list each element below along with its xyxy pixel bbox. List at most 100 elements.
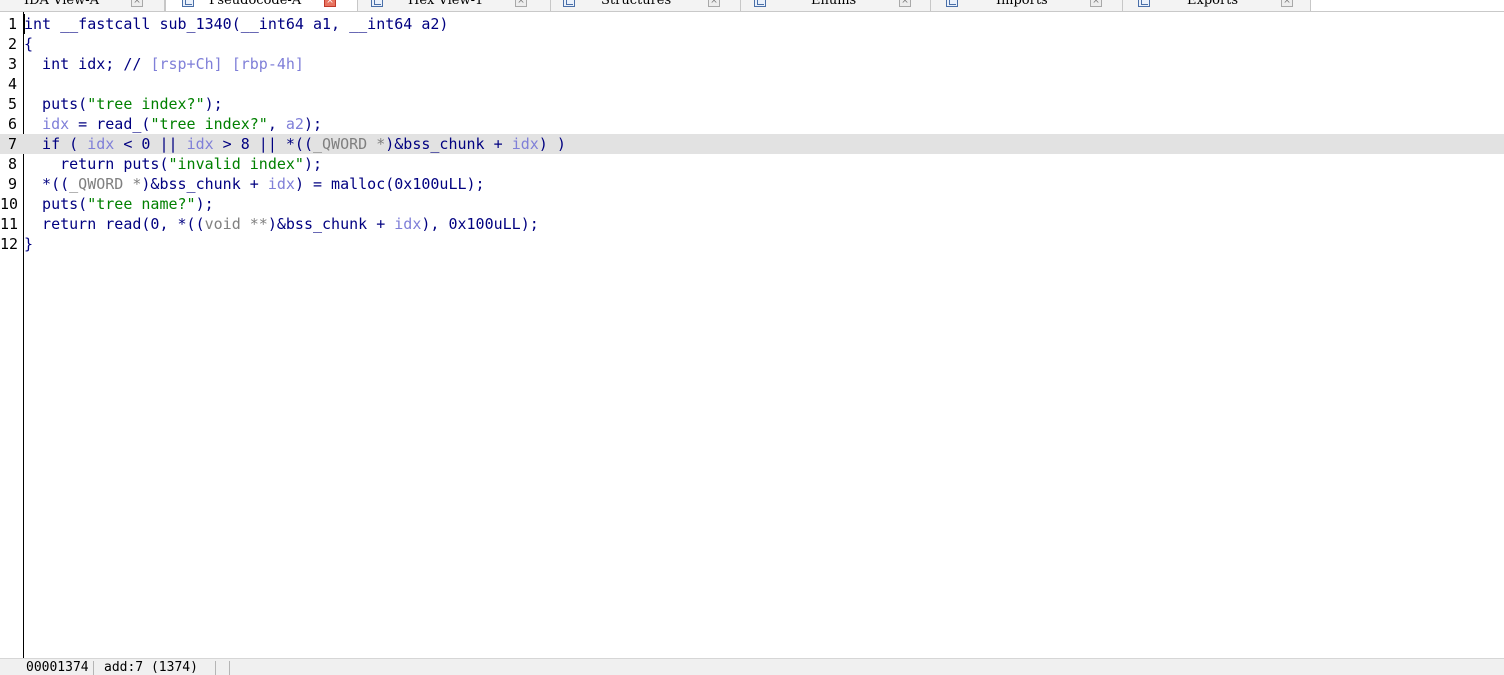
status-location: add:7 (1374): [104, 661, 216, 675]
code-token: int __fastcall sub_1340(__int64 a1, __in…: [24, 15, 449, 33]
code-token: _QWORD *: [313, 135, 386, 153]
tab-ida-view-a[interactable]: IDA View-A ×: [0, 0, 165, 11]
code-line[interactable]: 6 idx = read_("tree index?", a2);: [0, 114, 1504, 134]
status-bar: 00001374 add:7 (1374): [0, 658, 1504, 675]
code-token: = read_(: [69, 115, 151, 133]
code-line[interactable]: 10 puts("tree name?");: [0, 194, 1504, 214]
code-token: idx: [511, 135, 539, 153]
close-icon[interactable]: ×: [324, 0, 336, 7]
imports-icon: [946, 0, 958, 7]
code-token: void **: [204, 215, 268, 233]
code-token: > 8 || *((: [213, 135, 313, 153]
code-text: if ( idx < 0 || idx > 8 || *((_QWORD *)&…: [24, 134, 566, 154]
code-token: puts(: [24, 195, 88, 213]
code-token: int idx; //: [24, 55, 151, 73]
tab-pseudocode-a[interactable]: Pseudocode-A ×: [165, 0, 358, 11]
tab-label: Imports: [996, 0, 1048, 8]
code-token: );: [303, 155, 323, 173]
tab-exports[interactable]: Exports ×: [1123, 0, 1311, 11]
close-icon[interactable]: ×: [1090, 0, 1102, 7]
code-token: a2: [285, 115, 304, 133]
hex-view-icon: [371, 0, 383, 7]
status-divider: [229, 661, 230, 675]
code-token: puts(: [24, 95, 88, 113]
code-token: return puts(: [24, 155, 169, 173]
code-line[interactable]: 8 return puts("invalid index");: [0, 154, 1504, 174]
code-token: ) ): [538, 135, 566, 153]
code-text: int __fastcall sub_1340(__int64 a1, __in…: [24, 14, 448, 34]
line-number: 9: [7, 175, 17, 193]
code-text: puts("tree name?");: [24, 194, 214, 214]
tab-imports[interactable]: Imports ×: [931, 0, 1123, 11]
code-token: ,: [267, 115, 286, 133]
code-line[interactable]: 7 if ( idx < 0 || idx > 8 || *((_QWORD *…: [0, 134, 1504, 154]
code-line[interactable]: 3 int idx; // [rsp+Ch] [rbp-4h]: [0, 54, 1504, 74]
exports-icon: [1138, 0, 1150, 7]
code-text: int idx; // [rsp+Ch] [rbp-4h]: [24, 54, 304, 74]
code-token: ), 0x100uLL);: [421, 215, 539, 233]
code-text: {: [24, 34, 33, 54]
line-number: 12: [0, 235, 19, 253]
close-icon[interactable]: ×: [131, 0, 143, 7]
code-line[interactable]: 5 puts("tree index?");: [0, 94, 1504, 114]
code-token: idx: [87, 135, 115, 153]
code-token: idx: [186, 135, 214, 153]
tab-label: Hex View-1: [408, 0, 484, 8]
code-token: [rsp+Ch] [rbp-4h]: [150, 55, 304, 73]
code-text: idx = read_("tree index?", a2);: [24, 114, 322, 134]
line-number: 2: [7, 35, 17, 53]
code-line[interactable]: 12}: [0, 234, 1504, 254]
enums-icon: [754, 0, 766, 7]
code-token: )&bss_chunk +: [267, 215, 395, 233]
tab-label: Enums: [811, 0, 857, 8]
code-token: "tree index?": [150, 115, 268, 133]
line-number: 5: [7, 95, 17, 113]
line-number: 10: [0, 195, 19, 213]
code-token: idx: [394, 215, 422, 233]
line-number: 8: [7, 155, 17, 173]
code-text: return read(0, *((void **)&bss_chunk + i…: [24, 214, 539, 234]
code-text: }: [24, 234, 33, 254]
code-line[interactable]: 2{: [0, 34, 1504, 54]
status-address: 00001374: [26, 661, 94, 675]
code-token: *((: [24, 175, 70, 193]
close-icon[interactable]: ×: [515, 0, 527, 7]
code-token: ) = malloc(0x100uLL);: [294, 175, 485, 193]
code-token: idx: [42, 115, 70, 133]
code-line[interactable]: 9 *((_QWORD *)&bss_chunk + idx) = malloc…: [0, 174, 1504, 194]
tab-label: IDA View-A: [24, 0, 99, 8]
tab-bar: IDA View-A × Pseudocode-A × Hex View-1 ×…: [0, 0, 1504, 12]
line-number: 7: [7, 135, 17, 153]
code-token: if (: [24, 135, 88, 153]
code-line[interactable]: 1 int __fastcall sub_1340(__int64 a1, __i…: [0, 14, 1504, 34]
close-icon[interactable]: ×: [899, 0, 911, 7]
code-text: puts("tree index?");: [24, 94, 223, 114]
tab-enums[interactable]: Enums ×: [741, 0, 931, 11]
code-token: "invalid index": [168, 155, 304, 173]
tab-hex-view-1[interactable]: Hex View-1 ×: [358, 0, 551, 11]
close-icon[interactable]: ×: [708, 0, 720, 7]
code-token: )&bss_chunk +: [141, 175, 268, 193]
code-token: );: [204, 95, 223, 113]
tab-label: Exports: [1187, 0, 1239, 8]
code-token: _QWORD *: [69, 175, 142, 193]
code-token: idx: [267, 175, 295, 193]
code-text: return puts("invalid index");: [24, 154, 322, 174]
close-icon[interactable]: ×: [1281, 0, 1293, 7]
text-caret: [24, 14, 25, 34]
code-token: "tree index?": [87, 95, 205, 113]
code-token: {: [24, 35, 34, 53]
tab-structures[interactable]: Structures ×: [551, 0, 741, 11]
code-token: < 0 ||: [114, 135, 187, 153]
code-line[interactable]: 11 return read(0, *((void **)&bss_chunk …: [0, 214, 1504, 234]
line-number: 6: [7, 115, 17, 133]
pseudocode-icon: [182, 0, 194, 7]
pseudocode-editor[interactable]: 1 int __fastcall sub_1340(__int64 a1, __i…: [0, 14, 1504, 654]
line-number: 11: [0, 215, 19, 233]
code-token: "tree name?": [87, 195, 196, 213]
code-line[interactable]: 4: [0, 74, 1504, 94]
code-token: return read(0, *((: [24, 215, 205, 233]
code-token: }: [24, 235, 34, 253]
code-token: )&bss_chunk +: [385, 135, 512, 153]
